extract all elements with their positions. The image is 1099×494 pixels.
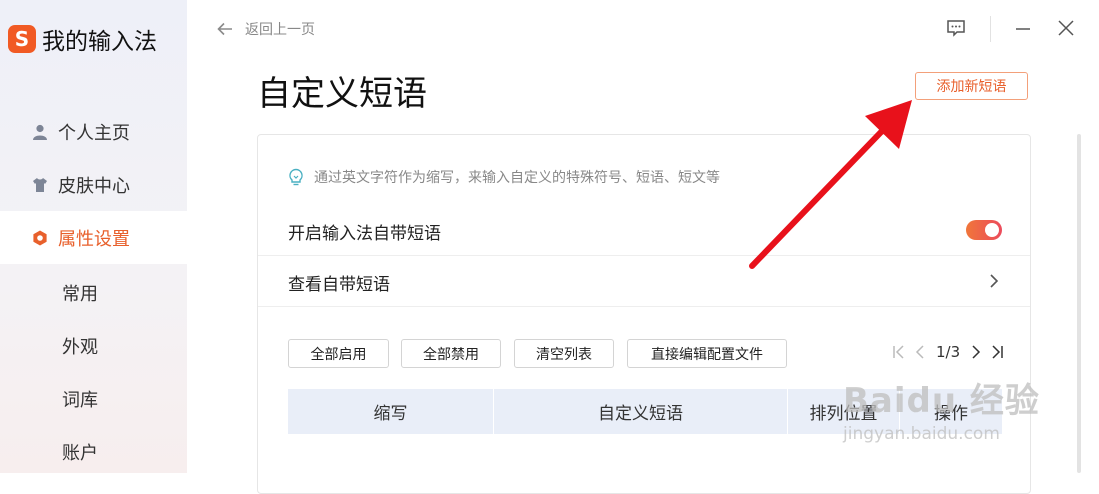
watermark-url: jingyan.baidu.com	[843, 424, 1000, 444]
toggle-knob	[985, 223, 999, 237]
close-button[interactable]	[1054, 16, 1078, 40]
sidebar-item-label: 属性设置	[58, 228, 130, 250]
chevron-right-icon[interactable]	[988, 273, 1000, 289]
sidebar-item-label: 个人主页	[58, 122, 130, 144]
vertical-scrollbar[interactable]	[1077, 134, 1081, 473]
first-page-button[interactable]	[888, 345, 910, 359]
sidebar-item-settings[interactable]: 属性设置	[0, 211, 187, 264]
sidebar-subitem-common[interactable]: 常用	[62, 280, 98, 306]
back-link[interactable]: 返回上一页	[217, 19, 315, 39]
watermark-brand: Baidu 经验	[843, 381, 1040, 421]
toggle-label: 开启输入法自带短语	[288, 224, 441, 244]
chevron-left-icon	[915, 345, 924, 359]
user-icon	[33, 124, 47, 140]
prev-page-button[interactable]	[910, 345, 932, 359]
sidebar-item-profile[interactable]: 个人主页	[0, 105, 187, 158]
add-phrase-button[interactable]: 添加新短语	[915, 72, 1028, 100]
feedback-button[interactable]	[944, 16, 968, 40]
minimize-icon	[1016, 28, 1030, 30]
window-controls-divider	[990, 16, 991, 42]
disable-all-button[interactable]: 全部禁用	[401, 339, 501, 368]
sidebar: S 我的输入法 个人主页 皮肤中心 属性设置 常用 外观 词库 账户	[0, 0, 187, 473]
close-icon	[1058, 20, 1074, 36]
shirt-icon	[33, 177, 47, 192]
next-page-button[interactable]	[964, 345, 986, 359]
page-title: 自定义短语	[257, 74, 427, 114]
column-header-phrase: 自定义短语	[494, 389, 788, 434]
sidebar-subitem-account[interactable]: 账户	[62, 439, 98, 465]
first-page-icon	[893, 345, 904, 359]
edit-config-button[interactable]: 直接编辑配置文件	[627, 339, 787, 368]
hint-text: 通过英文字符作为缩写，来输入自定义的特殊符号、短语、短文等	[314, 170, 720, 186]
arrow-left-icon	[217, 22, 232, 36]
divider	[258, 306, 1030, 307]
chevron-right-icon	[972, 345, 981, 359]
message-icon	[947, 20, 965, 37]
view-builtin-label[interactable]: 查看自带短语	[288, 270, 390, 295]
sidebar-item-skins[interactable]: 皮肤中心	[0, 158, 187, 211]
enable-all-button[interactable]: 全部启用	[288, 339, 389, 368]
last-page-button[interactable]	[986, 345, 1008, 359]
builtin-phrase-toggle[interactable]	[966, 220, 1002, 240]
hint-row: 通过英文字符作为缩写，来输入自定义的特殊符号、短语、短文等	[288, 167, 720, 187]
app-logo: S 我的输入法	[8, 22, 157, 56]
sidebar-item-label: 皮肤中心	[58, 175, 130, 197]
column-header-abbr: 缩写	[288, 389, 494, 434]
app-title: 我的输入法	[42, 29, 157, 55]
minimize-button[interactable]	[1011, 16, 1035, 40]
back-label: 返回上一页	[245, 22, 315, 38]
sogou-logo-icon: S	[8, 25, 36, 53]
sidebar-subitem-appearance[interactable]: 外观	[62, 333, 98, 359]
hexagon-settings-icon	[33, 230, 47, 245]
last-page-icon	[992, 345, 1003, 359]
page-indicator: 1/3	[936, 343, 961, 361]
lightbulb-icon	[289, 168, 303, 186]
clear-list-button[interactable]: 清空列表	[514, 339, 614, 368]
sidebar-subitem-lexicon[interactable]: 词库	[62, 386, 98, 412]
pagination: 1/3	[888, 343, 1008, 361]
divider	[258, 255, 1030, 256]
watermark: Baidu 经验 jingyan.baidu.com	[843, 373, 1040, 444]
